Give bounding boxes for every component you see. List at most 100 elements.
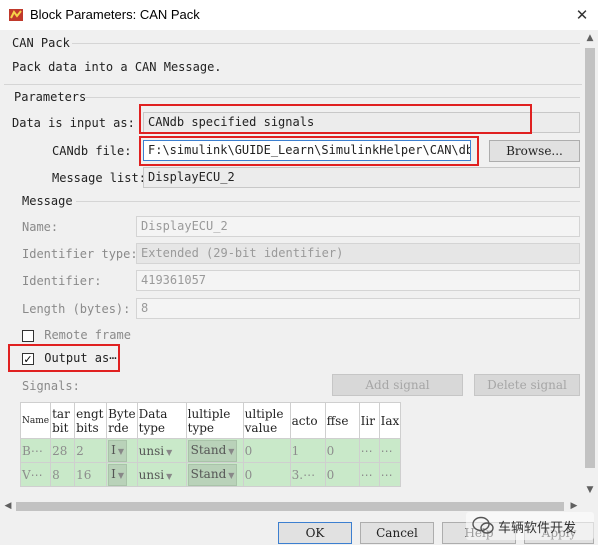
column-header[interactable]: engt bits (74, 402, 108, 439)
multiplex-type-select[interactable]: Stand ▼ (187, 439, 238, 462)
highlight-box (139, 136, 479, 166)
cancel-button[interactable]: Cancel (360, 522, 434, 544)
column-header[interactable]: Data type (136, 402, 187, 439)
signals-table: Name tar bit engt bits Byte rde Data typ… (19, 402, 402, 487)
cell-value: Stand (190, 442, 227, 457)
cell-value: unsi (138, 443, 165, 458)
table-cell[interactable]: ⋯ (378, 438, 402, 463)
header-text: acto (291, 413, 318, 428)
table-cell[interactable]: 3.⋯ (289, 462, 326, 487)
name-field: DisplayECU_2 (136, 216, 580, 237)
highlight-box (8, 344, 120, 372)
table-cell[interactable]: 1 (289, 438, 326, 463)
group-divider (76, 201, 580, 202)
browse-button[interactable]: Browse... (489, 140, 580, 162)
vertical-scrollbar[interactable]: ▲ ▼ (582, 30, 598, 498)
column-header[interactable]: ffse (324, 402, 360, 439)
message-list-select[interactable]: DisplayECU_2 (143, 167, 580, 188)
identifier-label: Identifier: (22, 274, 102, 288)
watermark-badge: 车辆软件开发 (466, 512, 594, 540)
table-row[interactable]: V⋯ 8 16 I ▼ unsi ▼ Stand ▼ 0 3.⋯ 0 ⋯ ⋯ (19, 462, 402, 487)
header-text: ffse (326, 413, 349, 428)
column-header[interactable]: lultiple type (185, 402, 244, 439)
add-signal-button[interactable]: Add signal (332, 374, 463, 396)
byte-order-select[interactable]: I ▼ (108, 439, 128, 462)
column-header[interactable]: ultiple value (242, 402, 291, 439)
header-text: Iir (360, 413, 375, 428)
header-text: Iax (380, 413, 400, 428)
scrollbar-thumb[interactable] (585, 48, 595, 468)
message-list-label: Message list: (52, 171, 146, 185)
table-cell[interactable]: 28 (50, 438, 76, 463)
table-cell[interactable]: V⋯ (19, 462, 52, 487)
table-cell[interactable]: 0 (324, 462, 360, 487)
cell-value: unsi (138, 467, 165, 482)
chevron-down-icon: ▼ (117, 446, 125, 456)
wechat-icon (472, 516, 494, 534)
watermark-text: 车辆软件开发 (498, 521, 577, 536)
header-text: ultiple value (244, 406, 284, 435)
scroll-down-icon[interactable]: ▼ (582, 482, 598, 498)
data-input-label: Data is input as: (12, 116, 135, 130)
can-pack-group-label: CAN Pack (12, 36, 70, 50)
table-cell[interactable]: 16 (74, 462, 108, 487)
identifier-type-select: Extended (29-bit identifier) (136, 243, 580, 264)
checkbox-box[interactable] (22, 329, 34, 342)
identifier-field: 419361057 (136, 270, 580, 291)
name-label: Name: (22, 220, 59, 234)
table-cell[interactable]: 0 (324, 438, 360, 463)
scroll-left-icon[interactable]: ◀ (0, 498, 16, 514)
chevron-down-icon: ▼ (228, 446, 235, 456)
column-header[interactable]: Byte rde (106, 402, 138, 439)
scrollbar-thumb[interactable] (16, 502, 564, 511)
table-cell[interactable]: ⋯ (358, 438, 380, 463)
window-title: Block Parameters: CAN Pack (30, 7, 200, 22)
table-cell[interactable]: ⋯ (358, 462, 380, 487)
table-cell[interactable]: unsi ▼ (136, 438, 187, 463)
byte-order-select[interactable]: I ▼ (108, 463, 128, 486)
simulink-app-icon (9, 9, 23, 21)
chevron-down-icon: ▼ (228, 470, 235, 480)
message-group-label: Message (22, 194, 73, 208)
length-label: Length (bytes): (22, 302, 131, 316)
column-header[interactable]: Name (19, 402, 52, 439)
identifier-type-label: Identifier type: (22, 247, 138, 261)
table-row[interactable]: B⋯ 28 2 I ▼ unsi ▼ Stand ▼ 0 1 0 ⋯ ⋯ (19, 438, 402, 463)
table-cell[interactable]: ⋯ (378, 462, 402, 487)
parameters-group-label: Parameters (14, 90, 87, 104)
close-icon[interactable]: ✕ (570, 4, 594, 26)
header-text: tar bit (52, 406, 70, 435)
column-header[interactable]: tar bit (50, 402, 76, 439)
scroll-up-icon[interactable]: ▲ (582, 30, 598, 46)
column-header[interactable]: Iir (358, 402, 380, 439)
highlight-box (139, 104, 532, 134)
candb-file-label: CANdb file: (52, 144, 132, 158)
section-divider (4, 84, 582, 85)
table-cell[interactable]: 2 (74, 438, 108, 463)
table-cell[interactable]: B⋯ (19, 438, 52, 463)
can-pack-description: Pack data into a CAN Message. (12, 60, 222, 74)
header-text: Data type (138, 406, 168, 435)
table-cell[interactable]: Stand ▼ (185, 462, 244, 487)
ok-button[interactable]: OK (278, 522, 352, 544)
chevron-down-icon: ▼ (166, 447, 173, 457)
table-cell[interactable]: 8 (50, 462, 76, 487)
remote-frame-checkbox[interactable]: Remote frame (22, 328, 131, 342)
column-header[interactable]: acto (289, 402, 326, 439)
table-cell[interactable]: I ▼ (106, 438, 138, 463)
title-bar: Block Parameters: CAN Pack ✕ (0, 0, 598, 30)
group-divider (84, 97, 580, 98)
table-cell[interactable]: 0 (242, 462, 291, 487)
chevron-down-icon: ▼ (166, 471, 173, 481)
table-header-row: Name tar bit engt bits Byte rde Data typ… (19, 402, 402, 439)
delete-signal-button[interactable]: Delete signal (474, 374, 580, 396)
table-cell[interactable]: 0 (242, 438, 291, 463)
cell-value: I (111, 442, 116, 457)
table-cell[interactable]: I ▼ (106, 462, 138, 487)
length-field: 8 (136, 298, 580, 319)
multiplex-type-select[interactable]: Stand ▼ (187, 463, 238, 486)
chevron-down-icon: ▼ (117, 470, 125, 480)
column-header[interactable]: Iax (378, 402, 402, 439)
table-cell[interactable]: Stand ▼ (185, 438, 244, 463)
table-cell[interactable]: unsi ▼ (136, 462, 187, 487)
